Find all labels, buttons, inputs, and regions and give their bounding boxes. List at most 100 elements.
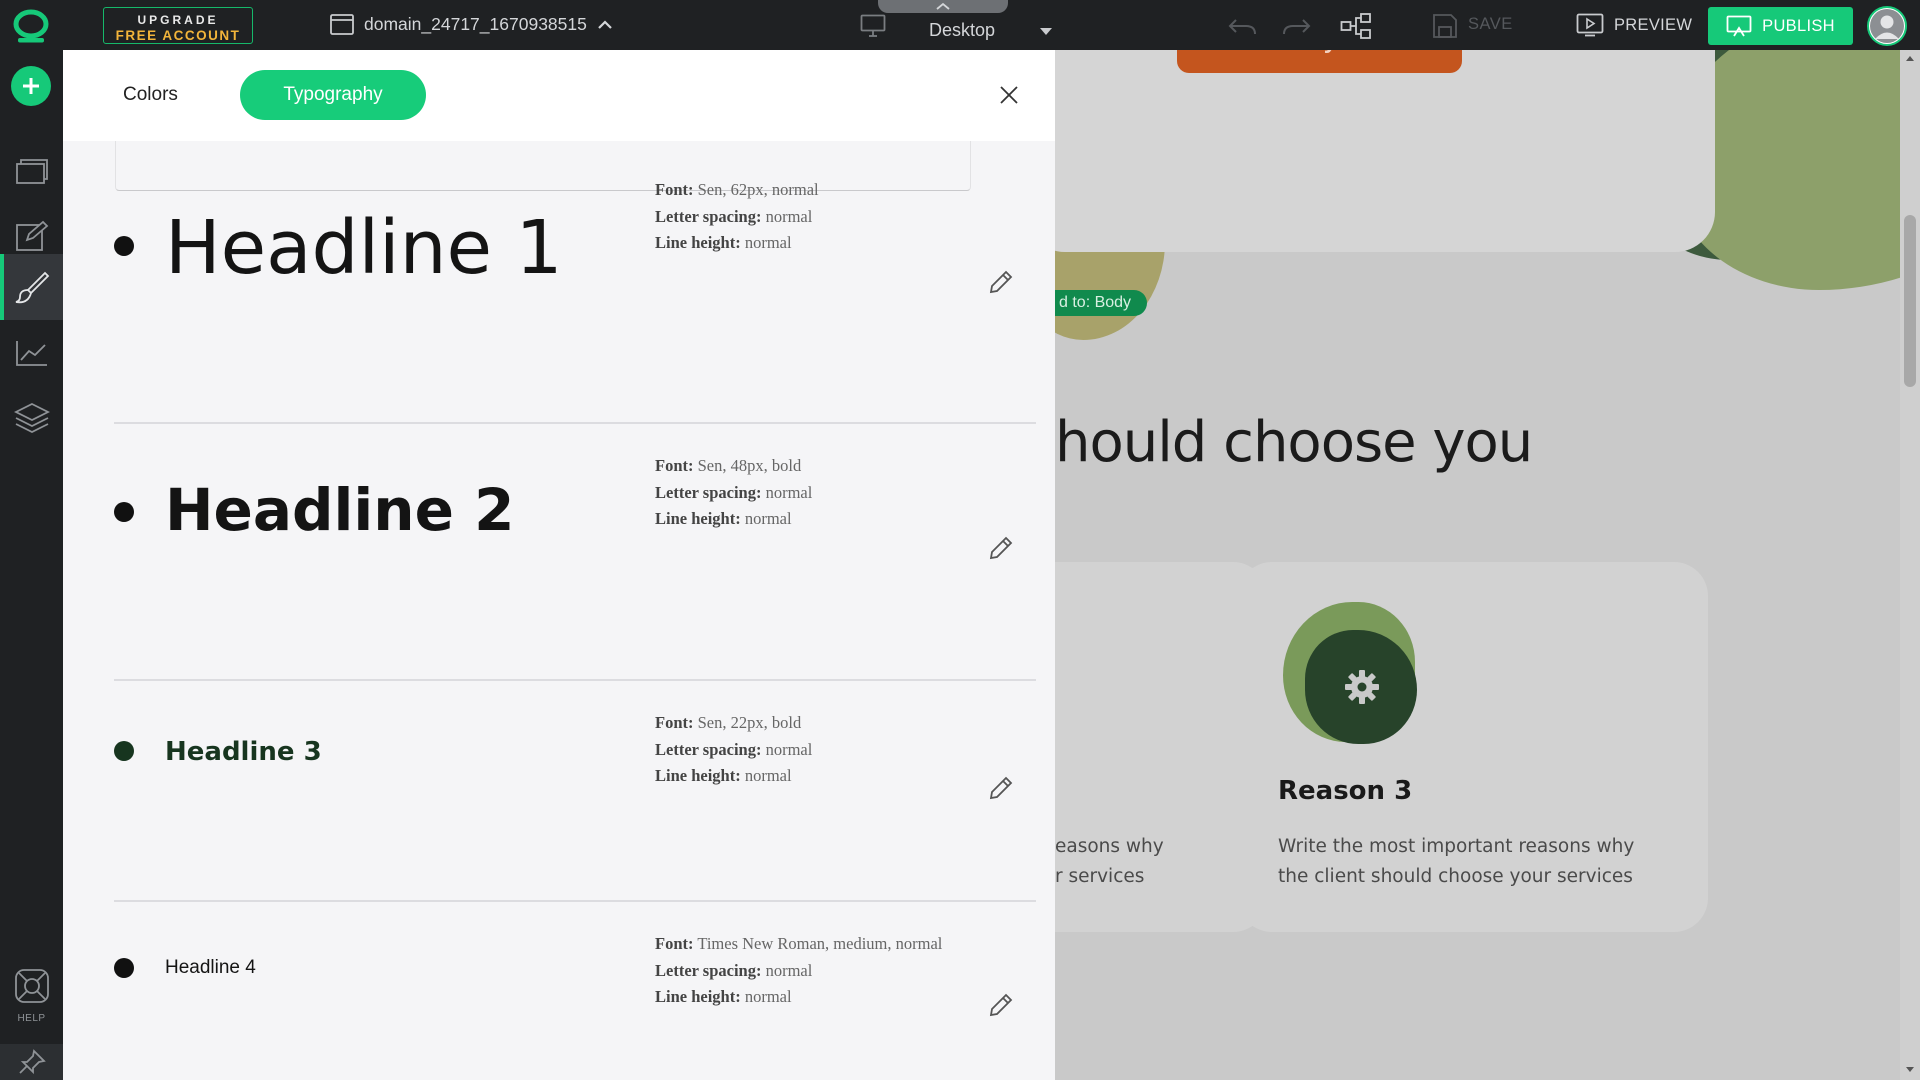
- reason-card-text: easons why: [1055, 836, 1164, 857]
- upgrade-account-button[interactable]: UPGRADE FREE ACCOUNT: [103, 7, 253, 44]
- reason-card-text: r services: [1055, 866, 1145, 887]
- pencil-icon[interactable]: [987, 268, 1015, 296]
- font-label: Font:: [655, 180, 694, 199]
- help-label: HELP: [17, 1013, 46, 1024]
- layers-tool[interactable]: [0, 386, 63, 452]
- letter-spacing-label: Letter spacing:: [655, 206, 762, 226]
- website-preview: Primary CTA d to: Body hould choose you: [1055, 50, 1920, 1080]
- undo-icon[interactable]: [1228, 12, 1258, 40]
- chevron-up-icon: [936, 2, 950, 10]
- app-logo-icon[interactable]: [12, 8, 50, 44]
- theme-design-tool[interactable]: [0, 254, 63, 320]
- font-label: Font:: [655, 456, 694, 475]
- headline-2-sample[interactable]: Headline 2: [165, 476, 514, 544]
- clipped-field: [115, 141, 971, 191]
- line-height-value: normal: [744, 987, 792, 1006]
- chevron-up-icon: [598, 19, 612, 29]
- pencil-icon[interactable]: [987, 991, 1015, 1019]
- line-height-label: Line height:: [655, 766, 741, 785]
- sitemap-icon[interactable]: [1340, 12, 1372, 40]
- line-height-value: normal: [744, 766, 792, 785]
- headline-3-meta: Font: Sen, 22px, bold Letter spacing: no…: [655, 710, 812, 790]
- reason-card-text: Write the most important reasons why: [1278, 836, 1635, 857]
- save-button[interactable]: SAVE: [1468, 15, 1513, 34]
- letter-spacing-value: normal: [765, 482, 813, 502]
- row-divider: [114, 422, 1036, 424]
- preview-label: PREVIEW: [1614, 15, 1693, 34]
- domain-name: domain_24717_1670938515: [364, 14, 587, 34]
- publish-button[interactable]: PUBLISH: [1708, 7, 1853, 45]
- font-value: Sen, 22px, bold: [697, 713, 802, 732]
- font-value: Sen, 62px, normal: [697, 180, 819, 199]
- pages-icon: [15, 159, 48, 184]
- caret-down-icon[interactable]: [1040, 28, 1052, 35]
- applied-style-tag: d to: Body: [1055, 290, 1147, 316]
- browser-window-icon: [330, 14, 354, 35]
- pencil-icon[interactable]: [987, 534, 1015, 562]
- bullet-icon: [114, 236, 134, 256]
- desktop-icon[interactable]: [860, 14, 886, 38]
- gear-icon: [1345, 670, 1379, 704]
- primary-cta-button[interactable]: Primary CTA: [1177, 50, 1462, 73]
- chart-line-icon: [15, 341, 47, 366]
- font-label: Font:: [655, 713, 694, 732]
- left-toolbar: HELP: [0, 50, 63, 1080]
- line-height-label: Line height:: [655, 509, 741, 528]
- panel-header: Colors Typography: [63, 50, 1055, 141]
- preview-button[interactable]: PREVIEW: [1576, 13, 1692, 37]
- add-element-button[interactable]: [11, 66, 51, 106]
- letter-spacing-label: Letter spacing:: [655, 960, 762, 980]
- headline-3-sample[interactable]: Headline 3: [165, 737, 322, 767]
- tab-typography[interactable]: Typography: [240, 70, 426, 120]
- publish-icon: [1726, 15, 1752, 37]
- pages-tool[interactable]: [0, 137, 63, 203]
- scroll-down-icon[interactable]: [1905, 1066, 1915, 1074]
- letter-spacing-value: normal: [765, 960, 813, 980]
- letter-spacing-value: normal: [765, 739, 813, 759]
- bullet-icon: [114, 958, 134, 978]
- preview-icon: [1576, 13, 1604, 37]
- user-avatar[interactable]: [1867, 6, 1907, 46]
- panel-pull-tab[interactable]: [878, 0, 1008, 13]
- row-divider: [114, 900, 1036, 902]
- headline-4-sample[interactable]: Headline 4: [165, 957, 256, 979]
- font-label: Font:: [655, 934, 694, 953]
- domain-selector[interactable]: domain_24717_1670938515: [330, 14, 613, 35]
- pin-toolbar-button[interactable]: [0, 1044, 63, 1080]
- page-scrollbar-thumb[interactable]: [1904, 215, 1916, 387]
- section-heading: hould choose you: [1055, 410, 1533, 475]
- headline-1-meta: Font: Sen, 62px, normal Letter spacing: …: [655, 177, 819, 257]
- line-height-value: normal: [744, 233, 792, 252]
- analytics-tool[interactable]: [0, 320, 63, 386]
- publish-label: PUBLISH: [1762, 16, 1835, 35]
- font-value: Times New Roman, medium, normal: [697, 934, 943, 953]
- theme-panel: Colors Typography Headline 1 Font: Sen, …: [63, 50, 1055, 1080]
- help-button[interactable]: HELP: [0, 968, 63, 1024]
- scroll-up-icon[interactable]: [1905, 54, 1915, 62]
- upgrade-label: UPGRADE: [137, 13, 219, 27]
- headline-4-meta: Font: Times New Roman, medium, normal Le…: [655, 931, 942, 1011]
- headline-1-sample[interactable]: Headline 1: [165, 205, 563, 291]
- page-scrollbar[interactable]: [1900, 50, 1920, 1080]
- paintbrush-icon: [15, 271, 49, 304]
- redo-icon[interactable]: [1281, 12, 1311, 40]
- lifebuoy-icon: [14, 969, 49, 1003]
- headline-2-meta: Font: Sen, 48px, bold Letter spacing: no…: [655, 453, 812, 533]
- letter-spacing-value: normal: [765, 206, 813, 226]
- line-height-label: Line height:: [655, 987, 741, 1006]
- pencil-icon[interactable]: [987, 774, 1015, 802]
- pin-icon: [18, 1049, 46, 1075]
- cta-card: Primary CTA: [1055, 50, 1715, 252]
- row-divider: [114, 679, 1036, 681]
- letter-spacing-label: Letter spacing:: [655, 482, 762, 502]
- save-icon: [1433, 14, 1457, 38]
- tab-colors[interactable]: Colors: [123, 84, 178, 106]
- free-account-label: FREE ACCOUNT: [115, 28, 241, 43]
- close-icon[interactable]: [997, 83, 1021, 107]
- reason-card-text: the client should choose your services: [1278, 866, 1633, 887]
- device-select-label[interactable]: Desktop: [929, 20, 995, 41]
- user-icon: [1870, 9, 1904, 43]
- line-height-label: Line height:: [655, 233, 741, 252]
- letter-spacing-label: Letter spacing:: [655, 739, 762, 759]
- top-bar: UPGRADE FREE ACCOUNT domain_24717_167093…: [0, 0, 1920, 50]
